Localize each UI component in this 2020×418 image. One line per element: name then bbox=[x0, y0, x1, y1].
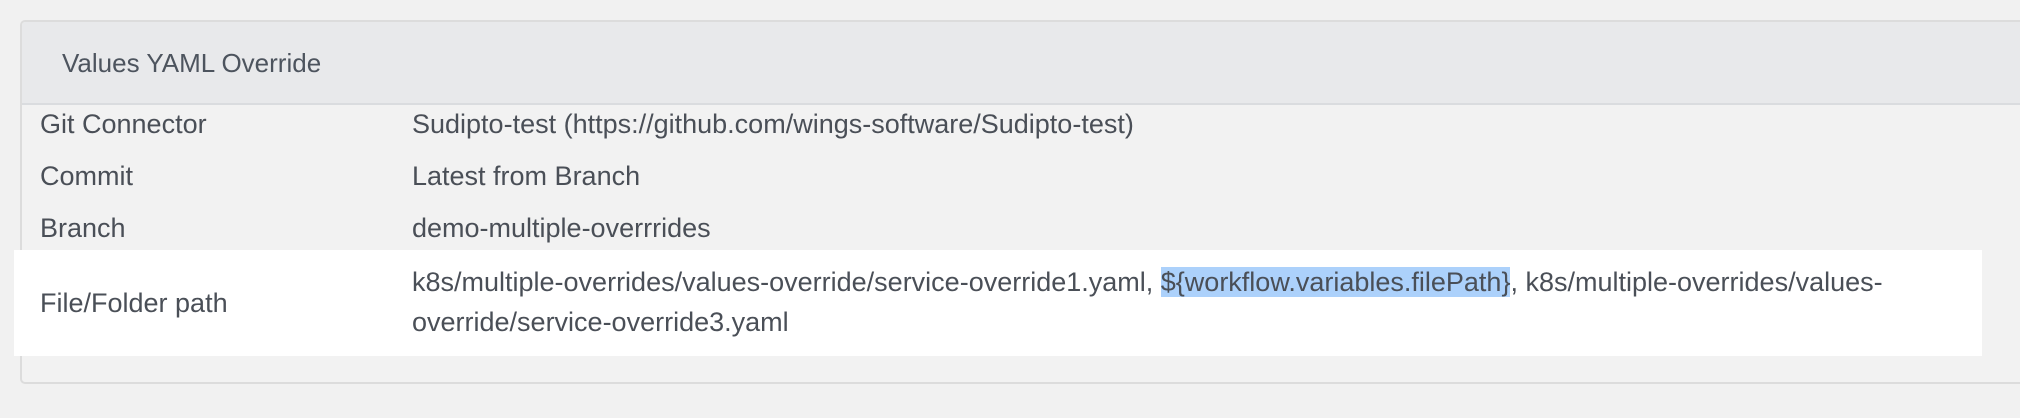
panel-header: Values YAML Override bbox=[22, 22, 2020, 105]
git-connector-link[interactable]: Sudipto-test (https://github.com/wings-s… bbox=[412, 104, 1134, 144]
branch-value: demo-multiple-overrrides bbox=[412, 213, 711, 243]
file-folder-path-row: File/Folder path k8s/multiple-overrides/… bbox=[14, 250, 1982, 356]
git-connector-label: Git Connector bbox=[40, 109, 207, 139]
commit-value: Latest from Branch bbox=[412, 161, 641, 191]
selected-variable-text[interactable]: ${workflow.variables.filePath} bbox=[1160, 267, 1511, 297]
branch-label: Branch bbox=[40, 213, 126, 243]
commit-label: Commit bbox=[40, 161, 133, 191]
panel-title: Values YAML Override bbox=[62, 48, 322, 78]
file-folder-path-label: File/Folder path bbox=[40, 288, 228, 318]
file-folder-path-value: k8s/multiple-overrides/values-override/s… bbox=[412, 262, 1962, 342]
file-path-part-1: k8s/multiple-overrides/values-override/s… bbox=[412, 267, 1161, 297]
